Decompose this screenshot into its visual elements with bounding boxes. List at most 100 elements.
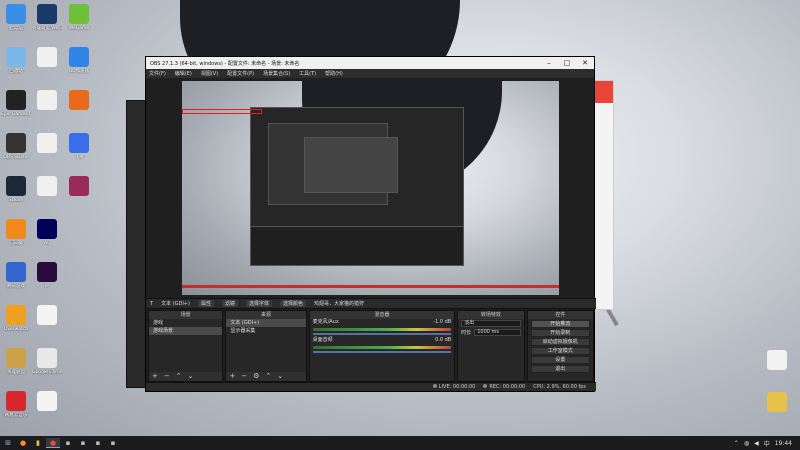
- mixer-dock: 混音器 麦克风/Aux -1.0 dB 桌面音频 0.0 dB: [308, 310, 456, 382]
- exit-button[interactable]: 退出: [530, 365, 590, 373]
- desktop-icon[interactable]: 回收站: [1, 47, 31, 74]
- channel-db: -1.0 dB: [433, 319, 452, 325]
- desktop-icon[interactable]: Epic Games Launcher: [1, 90, 31, 117]
- close-icon[interactable]: ✕: [576, 59, 594, 67]
- transition-type[interactable]: 淡出: [461, 320, 521, 327]
- source-item[interactable]: 文本 (GDI+): [226, 319, 306, 327]
- select-font-button[interactable]: 选择字体: [245, 300, 272, 307]
- wegame-icon: [69, 4, 89, 24]
- file-explorer-icon[interactable]: ▮: [31, 438, 45, 448]
- remove-icon[interactable]: −: [164, 372, 170, 381]
- desktop-icon[interactable]: Google Chrome: [32, 348, 62, 375]
- desktop-icon[interactable]: Pr: [32, 262, 62, 289]
- filters-button[interactable]: 滤镜: [221, 300, 238, 307]
- desktop-icon[interactable]: Au: [32, 219, 62, 246]
- obs-taskbar-icon[interactable]: ●: [46, 438, 60, 448]
- menu-tools[interactable]: 工具(T): [299, 70, 316, 77]
- menu-profile[interactable]: 配置文件(P): [227, 70, 254, 77]
- desktop-icon[interactable]: 向日葵: [1, 219, 31, 246]
- taskbar-app-icon[interactable]: ▪: [61, 438, 75, 448]
- desktop-icon[interactable]: [32, 47, 62, 69]
- windows-start-icon[interactable]: ⊞: [1, 438, 15, 448]
- volume-slider[interactable]: [312, 351, 452, 353]
- desktop-icon[interactable]: [32, 391, 62, 413]
- desktop-icon[interactable]: [32, 305, 62, 327]
- scene-item[interactable]: 游戏: [149, 319, 222, 327]
- source-toolbar: T 文本 (GDI+) 属性 滤镜 选择字体 选择颜色 鸡翅哥，大家猫的猎狩: [146, 298, 596, 309]
- start-streaming-button[interactable]: 开始推流: [530, 320, 590, 328]
- desktop-icon[interactable]: [762, 350, 792, 372]
- game-icon: [6, 262, 26, 282]
- desktop-icon[interactable]: [762, 392, 792, 414]
- menu-help[interactable]: 帮助(H): [325, 70, 343, 77]
- desktop-icon[interactable]: 网易云音乐: [1, 391, 31, 418]
- menu-edit[interactable]: 编辑(E): [175, 70, 192, 77]
- properties-button[interactable]: 属性: [197, 300, 214, 307]
- desktop-icon[interactable]: Overwatch: [1, 305, 31, 332]
- netease-music-icon: [6, 391, 26, 411]
- menu-file[interactable]: 文件(F): [149, 70, 166, 77]
- desktop-icon[interactable]: 腾讯游戏: [1, 262, 31, 289]
- start-recording-button[interactable]: 开始录制: [530, 329, 590, 337]
- chevron-up-icon[interactable]: ⌃: [734, 440, 739, 447]
- desktop-icon-label: Google Chrome: [32, 370, 62, 375]
- duration-row: 时长 1000 ms: [458, 328, 523, 337]
- arrow-down-icon[interactable]: ⌄: [188, 372, 194, 381]
- desktop-icon[interactable]: 英雄联盟: [1, 348, 31, 375]
- transition-select[interactable]: 淡出: [458, 319, 523, 328]
- taskbar-app-icon[interactable]: ▪: [76, 438, 90, 448]
- preview-canvas[interactable]: [182, 81, 559, 295]
- text-source-bounding-box[interactable]: [182, 109, 262, 114]
- minimize-icon[interactable]: –: [540, 59, 558, 67]
- remove-icon[interactable]: −: [241, 372, 247, 381]
- desktop-icon[interactable]: [64, 176, 94, 198]
- firefox-icon[interactable]: ●: [16, 438, 30, 448]
- clock[interactable]: 19:44: [775, 440, 792, 447]
- obs-titlebar[interactable]: OBS 27.1.3 (64-bit, windows) - 配置文件: 未命名…: [146, 57, 594, 69]
- desktop-icon[interactable]: UU加速器: [64, 47, 94, 74]
- desktop-icon[interactable]: OBS Studio: [1, 133, 31, 160]
- obs-icon: [6, 133, 26, 153]
- desktop-icon[interactable]: 此电脑: [1, 4, 31, 31]
- desktop-icon[interactable]: [32, 90, 62, 112]
- volume-icon[interactable]: ◀: [754, 440, 759, 447]
- select-color-button[interactable]: 选择颜色: [280, 300, 307, 307]
- taskbar-app-icon[interactable]: ▪: [106, 438, 120, 448]
- virtual-camera-button[interactable]: 启动虚拟摄像机: [530, 338, 590, 346]
- source-item[interactable]: 显示器采集: [226, 327, 305, 335]
- duration-input[interactable]: 1000 ms: [474, 329, 521, 336]
- volume-slider[interactable]: [312, 333, 452, 335]
- recycle-bin-icon: [6, 47, 26, 67]
- desktop-icon[interactable]: WeGame: [64, 4, 94, 31]
- desktop-icon[interactable]: [64, 90, 94, 112]
- desktop-icon[interactable]: 飞书: [64, 133, 94, 160]
- add-icon[interactable]: +: [152, 372, 158, 381]
- desktop-icon[interactable]: Steam: [1, 176, 31, 203]
- chrome-icon: [37, 348, 57, 368]
- audition-icon: [37, 219, 57, 239]
- live-icon: [432, 384, 437, 388]
- sources-header: 来源: [226, 311, 306, 319]
- gear-icon[interactable]: ⚙: [253, 372, 259, 381]
- duration-label: 时长: [461, 330, 472, 336]
- mixer-header: 混音器: [309, 311, 455, 319]
- settings-button[interactable]: 设置: [530, 356, 590, 364]
- taskbar-app-icon[interactable]: ▪: [91, 438, 105, 448]
- desktop-icon[interactable]: [32, 176, 62, 198]
- desktop-icon[interactable]: [32, 133, 62, 155]
- input-method-icon[interactable]: 中: [764, 439, 770, 448]
- network-icon[interactable]: ◍: [744, 440, 749, 447]
- obs-window[interactable]: OBS 27.1.3 (64-bit, windows) - 配置文件: 未命名…: [145, 56, 596, 392]
- scene-item[interactable]: 游戏场景: [149, 327, 223, 335]
- arrow-up-icon[interactable]: ⌃: [265, 372, 271, 381]
- desktop-icon[interactable]: 英雄联盟 WeGame版: [32, 4, 62, 31]
- add-icon[interactable]: +: [229, 372, 235, 381]
- studio-mode-button[interactable]: 工作室模式: [530, 347, 590, 355]
- system-tray: ⌃ ◍ ◀ 中 19:44: [734, 439, 800, 448]
- dock-area: 场景 游戏 游戏场景 + − ⌃ ⌄ 来源 文本 (GDI+) 显示器采集 + − ⚙ ⌃ ⌄…: [146, 310, 596, 382]
- menu-scene-collection[interactable]: 场景集合(S): [263, 70, 290, 77]
- maximize-icon[interactable]: □: [558, 59, 576, 67]
- arrow-up-icon[interactable]: ⌃: [176, 372, 182, 381]
- menu-view[interactable]: 视图(V): [201, 70, 218, 77]
- arrow-down-icon[interactable]: ⌄: [277, 372, 283, 381]
